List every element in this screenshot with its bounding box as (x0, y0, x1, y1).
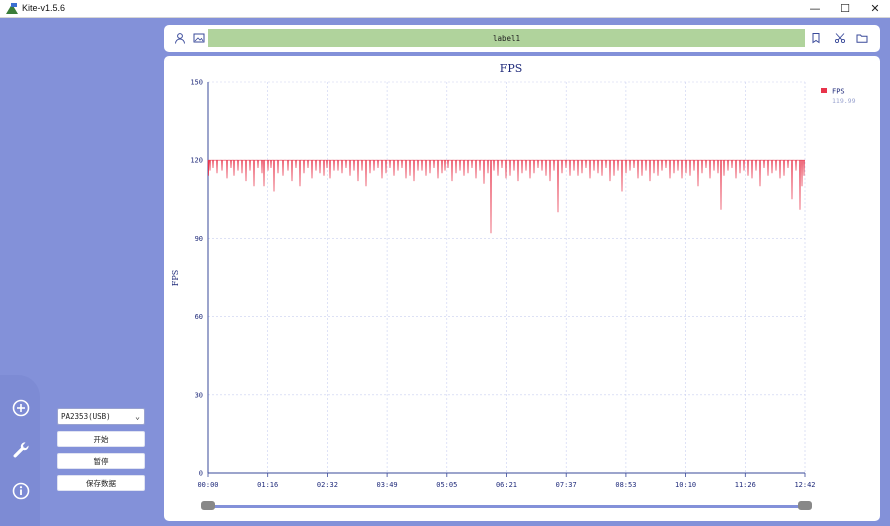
y-tick-label: 0 (199, 470, 203, 478)
pause-button[interactable]: 暂停 (57, 453, 145, 469)
chart-grid (208, 81, 806, 474)
chart-panel: FPS FPS 0 30 60 90 120 150 00:00 01:16 02:32 03:4… (164, 56, 880, 521)
title-bar: Kite-v1.5.6 — ☐ ✕ (0, 0, 890, 18)
close-button[interactable]: ✕ (860, 0, 890, 17)
scissors-icon[interactable] (834, 32, 846, 44)
sidebar (0, 375, 40, 526)
add-circle-icon[interactable] (12, 399, 30, 417)
x-tick-label: 07:37 (556, 481, 577, 489)
x-tick-label: 08:53 (615, 481, 636, 489)
app-logo-icon (6, 3, 18, 14)
x-tick-label: 02:32 (317, 481, 338, 489)
chart-ticks: 0 30 60 90 120 150 00:00 01:16 02:32 03:49 05:05 06… (190, 79, 815, 490)
wrench-icon[interactable] (12, 441, 30, 459)
y-axis-label: FPS (171, 270, 180, 286)
image-icon[interactable] (193, 32, 205, 44)
window-title: Kite-v1.5.6 (22, 3, 66, 13)
chart-title: FPS (500, 62, 523, 75)
legend-swatch (821, 88, 827, 93)
time-range-slider[interactable] (208, 505, 806, 508)
y-tick-label: 90 (195, 235, 203, 243)
slider-handle-right[interactable] (798, 501, 812, 510)
slider-handle-left[interactable] (201, 501, 215, 510)
y-tick-label: 30 (195, 391, 203, 399)
legend-series-value: 119.99 (832, 97, 856, 105)
toolbar: label1 (164, 25, 880, 52)
legend-series-name[interactable]: FPS (832, 88, 845, 96)
maximize-button[interactable]: ☐ (830, 0, 860, 17)
x-tick-label: 03:49 (377, 481, 398, 489)
label-bar[interactable]: label1 (208, 29, 805, 47)
minimize-button[interactable]: — (800, 0, 830, 17)
user-icon[interactable] (174, 32, 186, 44)
chevron-down-icon: ⌄ (135, 412, 140, 421)
fps-chart: FPS FPS 0 30 60 90 120 150 00:00 01:16 02:32 03:4… (171, 62, 856, 490)
device-select-value: PA2353(USB) (61, 412, 111, 421)
x-tick-label: 11:26 (735, 481, 756, 489)
x-tick-label: 01:16 (257, 481, 278, 489)
x-tick-label: 00:00 (197, 481, 218, 489)
info-icon[interactable] (12, 482, 30, 500)
x-tick-label: 12:42 (794, 481, 815, 489)
y-tick-label: 150 (190, 79, 203, 87)
y-tick-label: 60 (195, 313, 203, 321)
x-tick-label: 05:05 (436, 481, 457, 489)
y-tick-label: 120 (190, 157, 203, 165)
folder-icon[interactable] (856, 32, 868, 44)
start-button[interactable]: 开始 (57, 431, 145, 447)
x-tick-label: 10:10 (675, 481, 696, 489)
bookmark-icon[interactable] (810, 32, 822, 44)
save-data-button[interactable]: 保存数据 (57, 475, 145, 491)
x-tick-label: 06:21 (496, 481, 517, 489)
device-select[interactable]: PA2353(USB) ⌄ (57, 408, 145, 425)
